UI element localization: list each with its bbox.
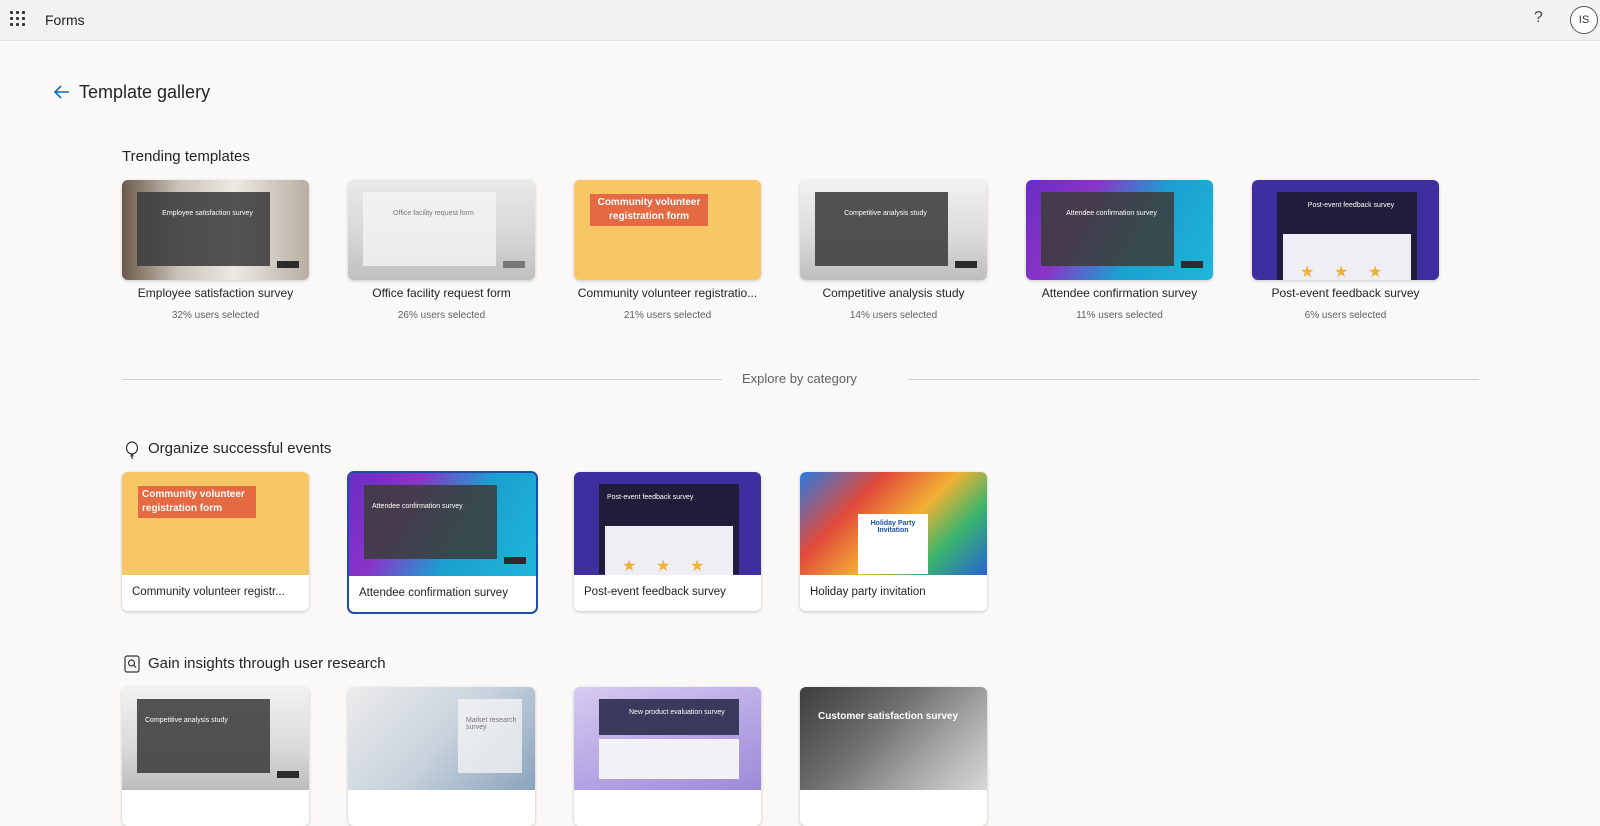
balloon-icon	[125, 441, 139, 459]
category-card-attendee-confirmation[interactable]: Attendee confirmation survey Attendee co…	[348, 472, 537, 613]
template-thumbnail: Office facility request form	[348, 180, 535, 280]
thumbnail-title: Market research survey	[466, 717, 517, 731]
app-name[interactable]: Forms	[45, 12, 85, 28]
usage-percent: 14% users selected	[849, 310, 938, 321]
thumbnail-title: Post-event feedback survey	[1307, 202, 1395, 209]
template-card-office-facility[interactable]: Office facility request form Office faci…	[348, 180, 535, 321]
template-thumbnail: Customer satisfaction survey	[800, 687, 987, 790]
template-name: Attendee confirmation survey	[1041, 286, 1198, 300]
template-name: Employee satisfaction survey	[137, 286, 294, 300]
template-thumbnail: Competitive analysis study	[122, 687, 309, 790]
explore-by-category-label: Explore by category	[742, 371, 857, 386]
usage-percent: 6% users selected	[1304, 310, 1387, 321]
thumbnail-title: Holiday Party Invitation	[870, 520, 916, 534]
category-card-post-event-feedback[interactable]: Post-event feedback survey ★ ★ ★ Post-ev…	[574, 472, 761, 611]
template-name: Community volunteer registr...	[132, 586, 285, 598]
thumbnail-title: Employee satisfaction survey	[162, 210, 253, 217]
template-name: Competitive analysis study	[822, 286, 965, 300]
thumbnail-title: New product evaluation survey	[629, 709, 725, 716]
template-name: Post-event feedback survey	[1271, 286, 1420, 300]
page-title: Template gallery	[79, 82, 211, 102]
template-thumbnail: Post-event feedback survey ★ ★ ★	[574, 472, 761, 575]
category-card-new-product-evaluation[interactable]: New product evaluation survey	[574, 687, 761, 826]
template-name: Attendee confirmation survey	[359, 587, 508, 599]
template-thumbnail: Attendee confirmation survey	[1026, 180, 1213, 280]
category-card-holiday-party[interactable]: Holiday Party Invitation Holiday party i…	[800, 472, 987, 611]
template-card-post-event-feedback[interactable]: Post-event feedback survey ★ ★ ★ Post-ev…	[1252, 180, 1439, 321]
app-launcher-icon[interactable]	[10, 11, 28, 29]
template-thumbnail: Competitive analysis study	[800, 180, 987, 280]
category-card-market-research[interactable]: Market research survey	[348, 687, 535, 826]
research-section-title: Gain insights through user research	[148, 655, 386, 672]
template-thumbnail: Holiday Party Invitation	[800, 472, 987, 575]
top-bar: Forms ? IS	[0, 0, 1600, 41]
template-name: Post-event feedback survey	[584, 586, 726, 598]
usage-percent: 21% users selected	[623, 310, 712, 321]
thumbnail-title: Customer satisfaction survey	[818, 711, 959, 722]
template-thumbnail: Market research survey	[348, 687, 535, 790]
events-section-title: Organize successful events	[148, 440, 332, 457]
thumbnail-title: Community volunteer registration form	[138, 486, 256, 518]
divider-line	[122, 379, 722, 380]
usage-percent: 26% users selected	[397, 310, 486, 321]
template-card-community-volunteer[interactable]: Community volunteer registration form Co…	[574, 180, 761, 321]
template-thumbnail: Employee satisfaction survey	[122, 180, 309, 280]
usage-percent: 11% users selected	[1076, 310, 1163, 321]
template-thumbnail: New product evaluation survey	[574, 687, 761, 790]
template-card-attendee-confirmation[interactable]: Attendee confirmation survey Attendee co…	[1026, 180, 1213, 321]
category-card-customer-satisfaction[interactable]: Customer satisfaction survey	[800, 687, 987, 826]
template-card-competitive-analysis[interactable]: Competitive analysis study Competitive a…	[800, 180, 987, 321]
thumbnail-title: Attendee confirmation survey	[1066, 210, 1157, 217]
thumbnail-title: Post-event feedback survey	[607, 494, 694, 501]
template-thumbnail: Attendee confirmation survey	[349, 473, 536, 576]
template-name: Holiday party invitation	[810, 586, 926, 598]
usage-percent: 32% users selected	[171, 310, 260, 321]
category-card-competitive-analysis[interactable]: Competitive analysis study	[122, 687, 309, 826]
thumbnail-title: Community volunteer registration form	[590, 194, 708, 226]
template-name: Community volunteer registratio...	[577, 286, 758, 300]
template-name: Office facility request form	[372, 286, 511, 300]
research-icon	[124, 655, 140, 673]
template-thumbnail: Post-event feedback survey ★ ★ ★	[1252, 180, 1439, 280]
thumbnail-title: Competitive analysis study	[145, 717, 228, 724]
template-thumbnail: Community volunteer registration form	[122, 472, 309, 575]
thumbnail-title: Competitive analysis study	[844, 210, 927, 217]
thumbnail-title: Office facility request form	[393, 210, 474, 217]
trending-section-title: Trending templates	[122, 148, 250, 165]
back-arrow-icon[interactable]	[52, 82, 72, 102]
thumbnail-title: Attendee confirmation survey	[372, 503, 463, 510]
category-card-community-volunteer[interactable]: Community volunteer registration form Co…	[122, 472, 309, 611]
help-icon[interactable]: ?	[1534, 9, 1543, 27]
avatar[interactable]: IS	[1570, 6, 1598, 34]
divider-line	[908, 379, 1479, 380]
template-thumbnail: Community volunteer registration form	[574, 180, 761, 280]
template-card-employee-satisfaction[interactable]: Employee satisfaction survey Employee sa…	[122, 180, 309, 321]
